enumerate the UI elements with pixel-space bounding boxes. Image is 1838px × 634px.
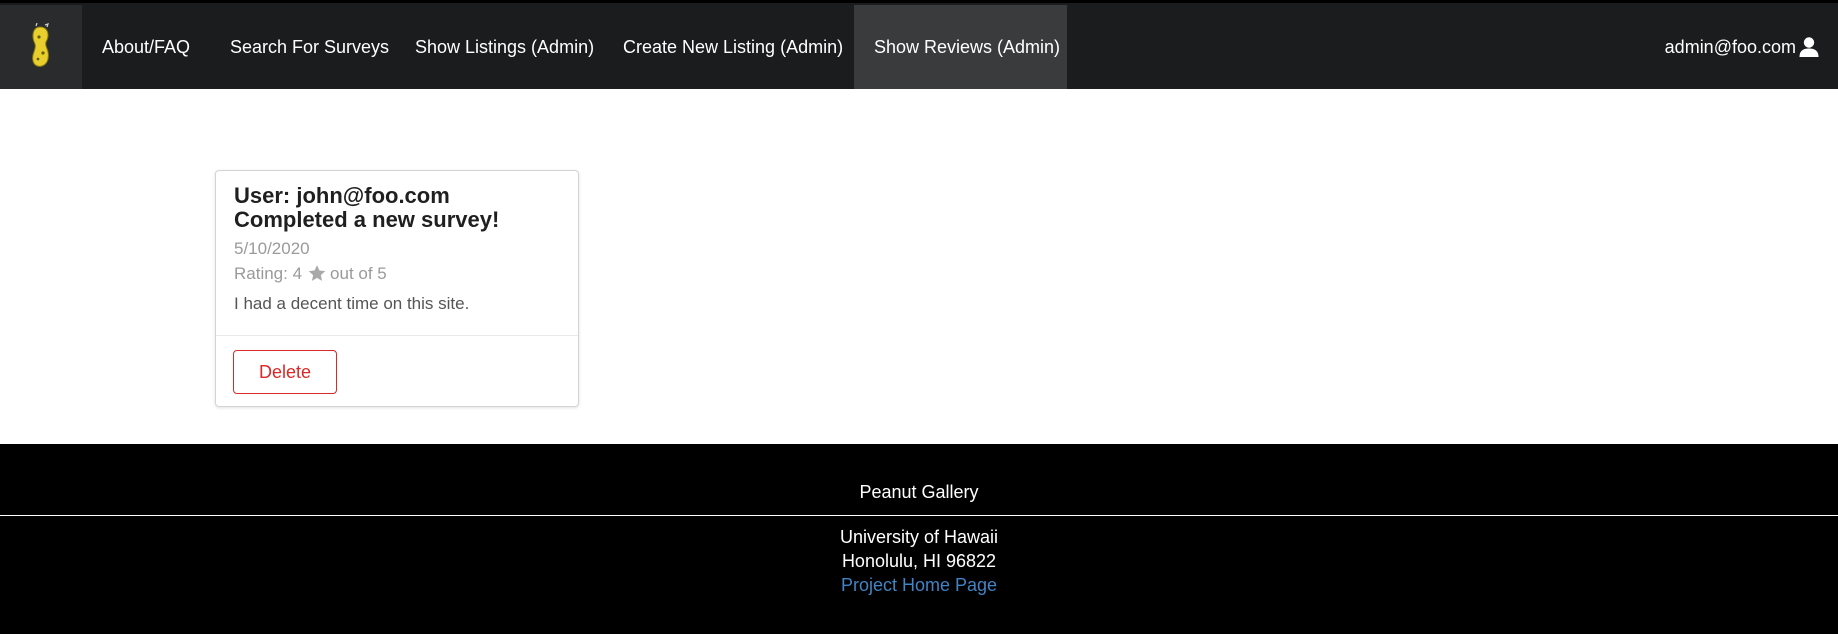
delete-button[interactable]: Delete [233,350,337,394]
review-meta: 5/10/2020 Rating: 4 out of 5 [234,236,560,286]
footer-address: Honolulu, HI 96822 [841,551,997,571]
top-navbar: About/FAQ Search For Surveys Show Listin… [0,0,1838,89]
review-date: 5/10/2020 [234,239,310,258]
footer-address-block: University of Hawaii Honolulu, HI 96822 … [0,525,1838,597]
review-comment: I had a decent time on this site. [234,294,470,313]
review-card: User: john@foo.com Completed a new surve… [215,170,579,407]
nav-about-faq[interactable]: About/FAQ [82,5,210,89]
nav-show-listings[interactable]: Show Listings (Admin) [395,5,614,89]
review-header: User: john@foo.com Completed a new surve… [234,184,560,232]
nav-show-reviews[interactable]: Show Reviews (Admin) [854,5,1067,89]
star-icon [308,265,326,281]
footer: Peanut Gallery University of Hawaii Hono… [0,444,1838,634]
review-card-actions: Delete [216,335,578,406]
review-card-content: User: john@foo.com Completed a new surve… [216,171,578,316]
review-title: Completed a new survey! [234,207,500,232]
project-home-link[interactable]: Project Home Page [841,575,997,595]
nav-create-listing[interactable]: Create New Listing (Admin) [603,5,863,89]
user-icon [1799,37,1819,57]
user-menu[interactable]: admin@foo.com [1665,5,1820,89]
review-user: User: john@foo.com [234,183,450,208]
nav-search-surveys[interactable]: Search For Surveys [210,5,409,89]
rating-value: Rating: 4 [234,264,303,283]
rating-scale: out of 5 [330,264,387,283]
footer-divider [0,515,1838,516]
footer-university: University of Hawaii [839,527,999,547]
peanut-logo-icon [32,23,49,67]
footer-brand: Peanut Gallery [859,482,979,502]
user-email: admin@foo.com [1664,36,1796,57]
review-rating: Rating: 4 out of 5 [234,261,560,286]
home-logo-link[interactable] [0,5,82,89]
